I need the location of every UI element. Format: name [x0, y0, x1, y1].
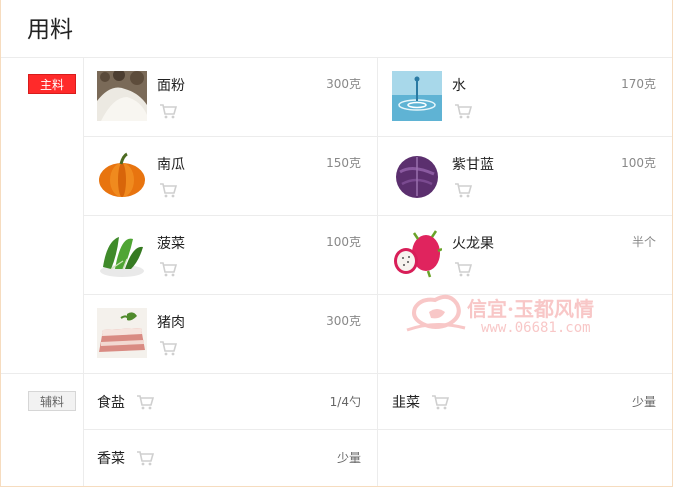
- shopping-cart-icon[interactable]: [159, 103, 177, 119]
- ingredient-quantity: 150克: [326, 156, 361, 170]
- dragon-fruit-image[interactable]: [392, 229, 442, 279]
- ingredient-quantity: 100克: [326, 235, 361, 249]
- shopping-cart-icon[interactable]: [159, 261, 177, 277]
- pork-image[interactable]: [97, 308, 147, 358]
- shopping-cart-icon[interactable]: [159, 182, 177, 198]
- ingredient-name[interactable]: 猪肉: [157, 312, 185, 332]
- shopping-cart-icon[interactable]: [159, 340, 177, 356]
- ingredient-name[interactable]: 菠菜: [157, 233, 185, 253]
- page-title: 用料: [27, 17, 73, 43]
- auxiliary-item-cilantro[interactable]: 香菜 少量: [83, 430, 377, 485]
- shopping-cart-icon[interactable]: [454, 261, 472, 277]
- ingredients-panel: 用料 主料 辅料 面粉 300克 水 170克 南瓜 150克 紫甘蓝 100克…: [0, 0, 673, 487]
- ingredient-item-spinach[interactable]: 菠菜 100克: [83, 215, 377, 294]
- ingredient-name[interactable]: 火龙果: [452, 233, 494, 253]
- watermark-url: www.06681.com: [481, 320, 591, 336]
- shopping-cart-icon[interactable]: [136, 450, 154, 466]
- watermark-logo: [406, 294, 466, 332]
- ingredient-item-flour[interactable]: 面粉 300克: [83, 57, 377, 136]
- shopping-cart-icon[interactable]: [454, 182, 472, 198]
- ingredient-quantity: 少量: [336, 451, 361, 465]
- ingredient-name[interactable]: 水: [452, 75, 466, 95]
- flour-image[interactable]: [97, 71, 147, 121]
- water-image[interactable]: [392, 71, 442, 121]
- ingredient-name[interactable]: 韭菜: [392, 392, 420, 412]
- shopping-cart-icon[interactable]: [454, 103, 472, 119]
- auxiliary-item-chives[interactable]: 韭菜 少量: [378, 374, 672, 429]
- main-ingredients-tag: 主料: [28, 74, 76, 94]
- ingredient-item-purple-cabbage[interactable]: 紫甘蓝 100克: [378, 136, 672, 215]
- watermark: 信宜·玉都风情 www.06681.com: [405, 290, 625, 340]
- ingredient-item-dragon-fruit[interactable]: 火龙果 半个: [378, 215, 672, 294]
- ingredient-item-pumpkin[interactable]: 南瓜 150克: [83, 136, 377, 215]
- ingredient-quantity: 170克: [621, 77, 656, 91]
- ingredient-quantity: 100克: [621, 156, 656, 170]
- ingredient-name[interactable]: 南瓜: [157, 154, 185, 174]
- watermark-text: 信宜·玉都风情: [467, 297, 594, 321]
- ingredient-name[interactable]: 香菜: [97, 448, 125, 468]
- spinach-image[interactable]: [97, 229, 147, 279]
- ingredient-name[interactable]: 食盐: [97, 392, 125, 412]
- auxiliary-ingredients-tag: 辅料: [28, 391, 76, 411]
- purple-cabbage-image[interactable]: [392, 150, 442, 200]
- ingredient-quantity: 半个: [631, 235, 656, 249]
- ingredient-name[interactable]: 面粉: [157, 75, 185, 95]
- auxiliary-item-salt[interactable]: 食盐 1/4勺: [83, 374, 377, 429]
- ingredient-quantity: 少量: [631, 395, 656, 409]
- ingredient-name[interactable]: 紫甘蓝: [452, 154, 494, 174]
- pumpkin-image[interactable]: [97, 150, 147, 200]
- ingredient-quantity: 300克: [326, 314, 361, 328]
- ingredient-quantity: 1/4勺: [329, 395, 361, 409]
- ingredient-quantity: 300克: [326, 77, 361, 91]
- ingredient-item-water[interactable]: 水 170克: [378, 57, 672, 136]
- ingredient-item-pork[interactable]: 猪肉 300克: [83, 294, 377, 373]
- shopping-cart-icon[interactable]: [136, 394, 154, 410]
- shopping-cart-icon[interactable]: [431, 394, 449, 410]
